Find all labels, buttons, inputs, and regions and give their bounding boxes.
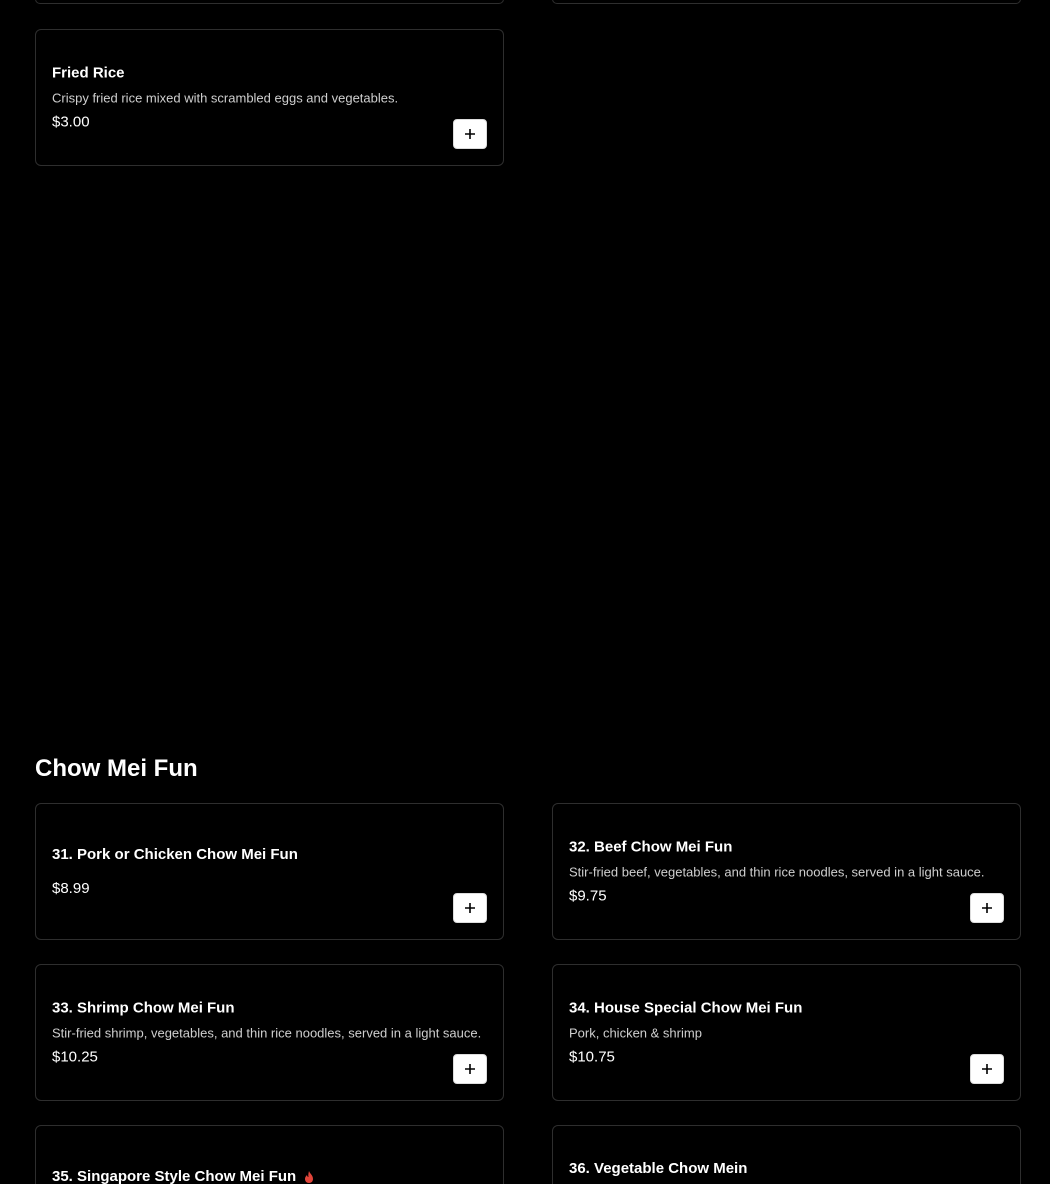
add-to-cart-button[interactable] — [970, 893, 1004, 923]
item-name: 35. Singapore Style Chow Mei Fun — [52, 1168, 297, 1184]
menu-item-card[interactable]: 33. Shrimp Chow Mei Fun Stir-fried shrim… — [35, 964, 504, 1101]
item-price: $10.75 — [569, 1048, 615, 1065]
plus-icon — [982, 903, 992, 913]
menu-page: Fried Rice Crispy fried rice mixed with … — [0, 0, 1050, 1184]
menu-item-info: 32. Beef Chow Mei Fun Stir-fried beef, v… — [569, 838, 1004, 905]
plus-icon — [465, 1064, 475, 1074]
plus-icon — [982, 1064, 992, 1074]
add-to-cart-button[interactable] — [453, 893, 487, 923]
item-name: Fried Rice — [52, 64, 125, 81]
item-description: Stir-fried shrimp, vegetables, and thin … — [52, 1025, 482, 1040]
plus-icon — [465, 903, 475, 913]
item-name: 33. Shrimp Chow Mei Fun — [52, 999, 235, 1016]
add-to-cart-button[interactable] — [453, 119, 487, 149]
item-description: Stir-fried beef, vegetables, and thin ri… — [569, 864, 985, 879]
item-price: $8.99 — [52, 879, 90, 897]
item-name: 34. House Special Chow Mei Fun — [569, 999, 803, 1016]
menu-item-card[interactable] — [552, 0, 1021, 4]
section-title: Chow Mei Fun — [35, 755, 198, 782]
menu-item-card[interactable] — [35, 0, 504, 4]
item-price: $10.25 — [52, 1048, 98, 1065]
menu-item-info: 31. Pork or Chicken Chow Mei Fun $8.99 — [52, 846, 487, 898]
menu-item-card[interactable]: 31. Pork or Chicken Chow Mei Fun $8.99 — [35, 803, 504, 940]
item-name: 31. Pork or Chicken Chow Mei Fun — [52, 845, 298, 863]
item-description: Crispy fried rice mixed with scrambled e… — [52, 90, 399, 105]
fire-icon — [302, 1170, 316, 1184]
menu-item-info: Fried Rice Crispy fried rice mixed with … — [52, 64, 487, 131]
menu-item-card[interactable]: 32. Beef Chow Mei Fun Stir-fried beef, v… — [552, 803, 1021, 940]
menu-item-info: 33. Shrimp Chow Mei Fun Stir-fried shrim… — [52, 999, 487, 1066]
menu-item-card[interactable]: 35. Singapore Style Chow Mei Fun — [35, 1125, 504, 1184]
item-price: $3.00 — [52, 113, 90, 130]
menu-item-info: 34. House Special Chow Mei Fun Pork, chi… — [569, 999, 1004, 1066]
menu-item-card[interactable]: 36. Vegetable Chow Mein — [552, 1125, 1021, 1184]
menu-item-card[interactable]: Fried Rice Crispy fried rice mixed with … — [35, 29, 504, 166]
item-name: 32. Beef Chow Mei Fun — [569, 838, 733, 855]
add-to-cart-button[interactable] — [970, 1054, 1004, 1084]
item-name-row: 35. Singapore Style Chow Mei Fun — [52, 1168, 316, 1184]
item-price: $9.75 — [569, 887, 607, 904]
plus-icon — [465, 129, 475, 139]
menu-item-card[interactable]: 34. House Special Chow Mei Fun Pork, chi… — [552, 964, 1021, 1101]
item-name: 36. Vegetable Chow Mein — [569, 1160, 748, 1177]
add-to-cart-button[interactable] — [453, 1054, 487, 1084]
item-description: Pork, chicken & shrimp — [569, 1025, 702, 1040]
